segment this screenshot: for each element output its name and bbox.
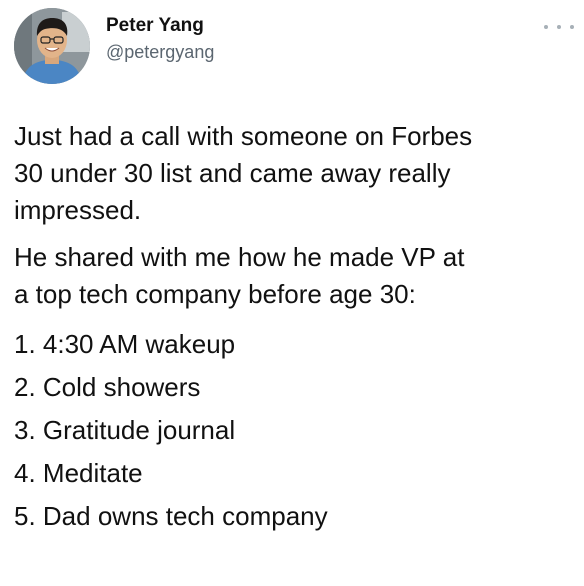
list-item: 3. Gratitude journal <box>14 415 236 445</box>
more-horizontal-icon <box>570 25 574 29</box>
tweet-paragraph: Just had a call with someone on Forbes 3… <box>14 121 473 225</box>
avatar-photo-icon <box>14 8 90 84</box>
author-info: Peter Yang @petergyang <box>106 14 214 64</box>
tweet-header: Peter Yang @petergyang <box>14 6 574 84</box>
more-horizontal-icon <box>557 25 561 29</box>
tweet-paragraph: He shared with me how he made VP at a to… <box>14 242 465 309</box>
tweet-text: Just had a call with someone on Forbes 3… <box>14 118 574 538</box>
more-options-button[interactable] <box>544 20 574 34</box>
list-item: 5. Dad owns tech company <box>14 501 328 531</box>
list-item: 2. Cold showers <box>14 372 201 402</box>
author-display-name[interactable]: Peter Yang <box>106 14 214 38</box>
more-horizontal-icon <box>544 25 548 29</box>
list-item: 1. 4:30 AM wakeup <box>14 329 236 359</box>
list-item: 4. Meditate <box>14 458 143 488</box>
tweet-card: Peter Yang @petergyang Just had a call w… <box>0 0 584 586</box>
avatar[interactable] <box>14 8 90 84</box>
author-handle[interactable]: @petergyang <box>106 40 214 64</box>
tweet-list: 1. 4:30 AM wakeup 2. Cold showers 3. Gra… <box>14 323 574 538</box>
